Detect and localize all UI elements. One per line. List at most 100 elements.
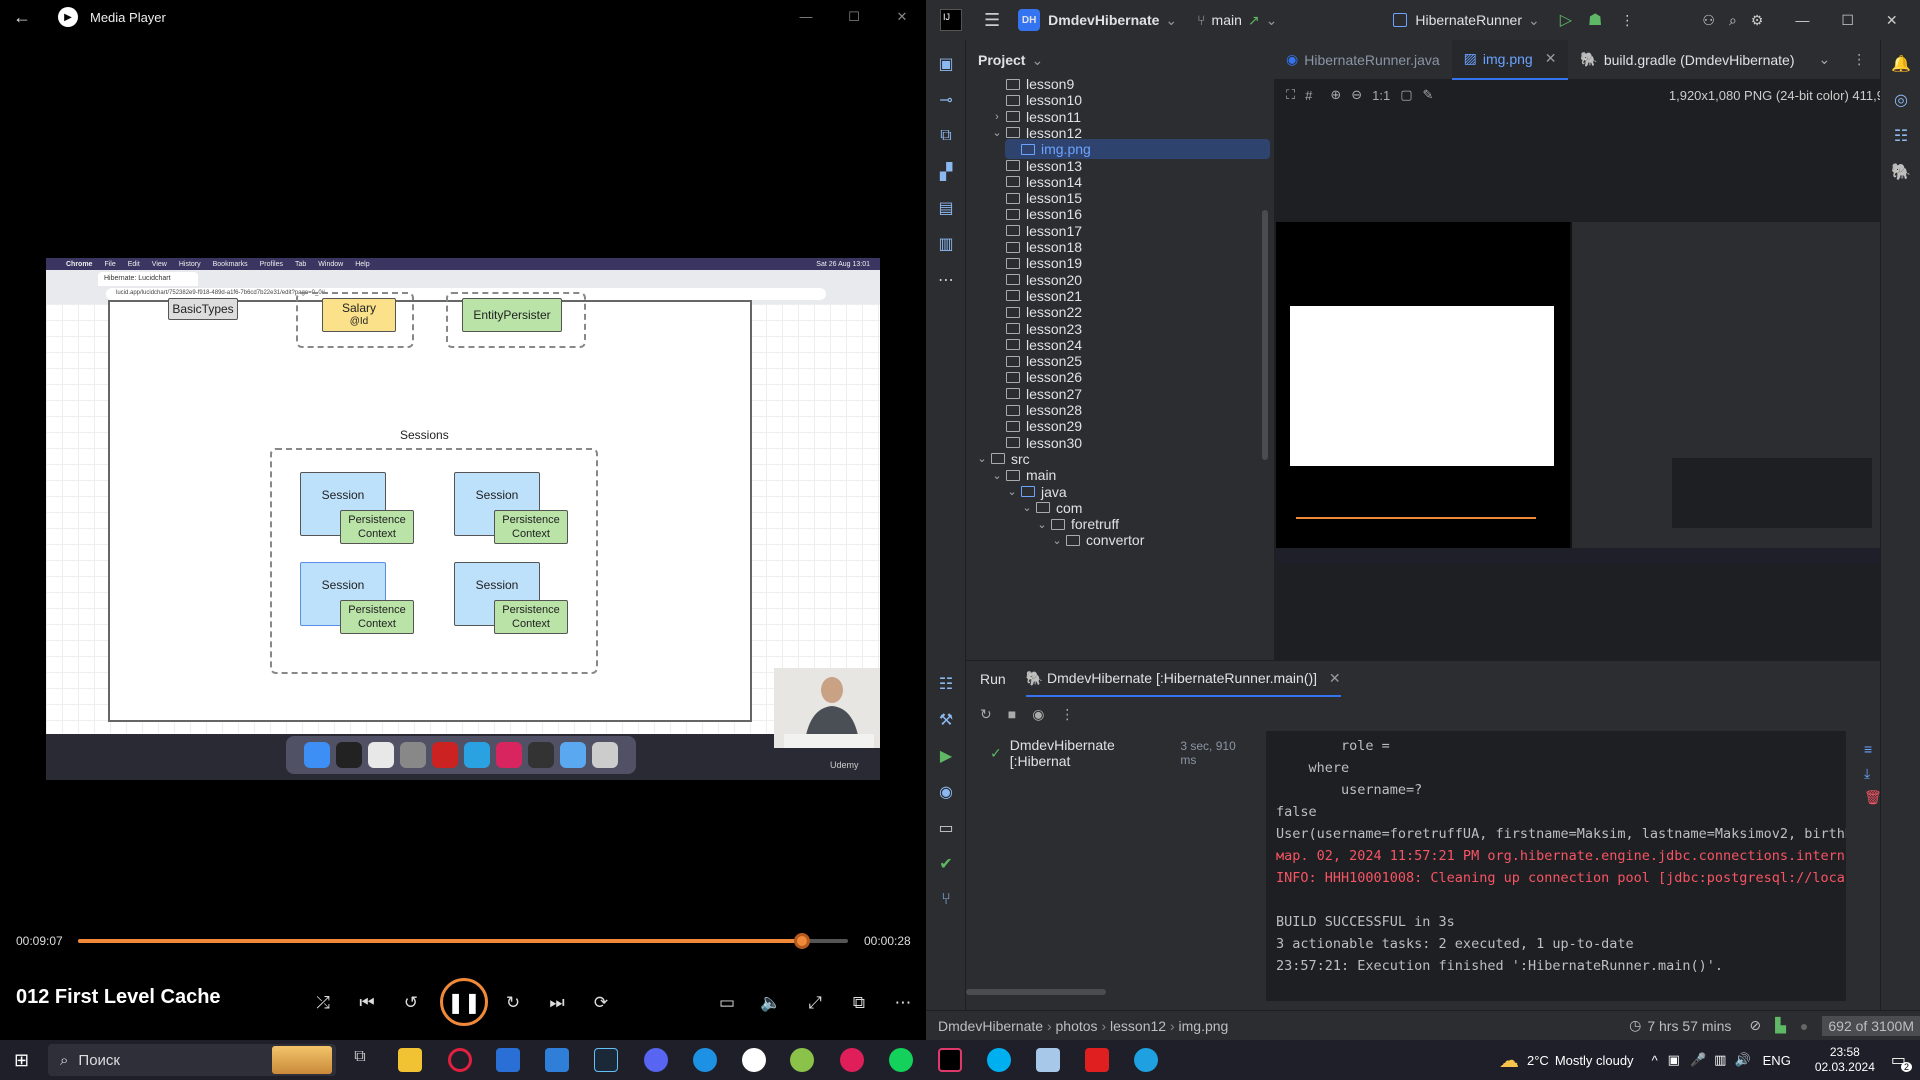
eye-icon[interactable]: ◉ bbox=[1032, 706, 1044, 723]
seek-thumb[interactable] bbox=[793, 933, 810, 949]
more-options-icon[interactable]: ⋯ bbox=[886, 986, 920, 1020]
intellij-icon[interactable] bbox=[938, 1048, 962, 1072]
clock[interactable]: 23:58 02.03.2024 bbox=[1815, 1045, 1875, 1075]
volume-icon[interactable]: 🔊 bbox=[1734, 1052, 1750, 1068]
chevron-down-icon[interactable]: ⌄ bbox=[1050, 534, 1064, 547]
minimize-icon[interactable]: — bbox=[782, 0, 830, 34]
fullscreen-icon[interactable]: ⤢ bbox=[798, 986, 832, 1020]
chevron-down-icon[interactable]: ⌄ bbox=[990, 469, 1004, 482]
volume-icon[interactable]: 🔈 bbox=[754, 986, 788, 1020]
memory-indicator[interactable]: 692 of 3100M bbox=[1822, 1015, 1920, 1036]
layout-icon[interactable]: ▥ bbox=[934, 232, 958, 256]
breadcrumb-item[interactable]: DmdevHibernate bbox=[938, 1018, 1043, 1034]
chevron-down-icon[interactable]: ⌄ bbox=[1005, 485, 1019, 498]
discord-icon[interactable] bbox=[644, 1048, 668, 1072]
version-control-icon[interactable]: ⑂ bbox=[934, 888, 958, 912]
git-icon[interactable]: ▞ bbox=[934, 160, 958, 184]
notification-center-icon[interactable]: ▭ 2 bbox=[1891, 1050, 1912, 1072]
microphone-icon[interactable]: 🎤 bbox=[1690, 1052, 1706, 1068]
database-icon[interactable]: ☷ bbox=[1889, 124, 1913, 148]
chevron-down-icon[interactable]: ⌄ bbox=[975, 452, 989, 465]
problems-icon[interactable]: ✔ bbox=[934, 852, 958, 876]
commit-icon[interactable]: ⊸ bbox=[934, 88, 958, 112]
maximize-icon[interactable]: ☐ bbox=[830, 0, 878, 34]
back-arrow-icon[interactable]: ← bbox=[0, 7, 44, 28]
vcs-status-icon[interactable]: ▙ bbox=[1775, 1017, 1786, 1034]
image-preview[interactable] bbox=[1276, 222, 1880, 564]
previous-icon[interactable]: ⏮ bbox=[350, 986, 384, 1020]
edge-icon[interactable] bbox=[1134, 1048, 1158, 1072]
maximize-icon[interactable]: ☐ bbox=[1841, 12, 1854, 29]
main-menu-icon[interactable]: ☰ bbox=[984, 10, 1000, 31]
tab-hibernaterunner[interactable]: ◉ HibernateRunner.java bbox=[1274, 40, 1452, 80]
tray-chevron-up-icon[interactable]: ^ bbox=[1652, 1053, 1658, 1068]
weather-text[interactable]: Mostly cloudy bbox=[1555, 1053, 1634, 1068]
add-user-icon[interactable]: ⚇ bbox=[1702, 12, 1715, 29]
mail-icon[interactable] bbox=[545, 1048, 569, 1072]
structure-icon[interactable]: ⧉ bbox=[934, 124, 958, 148]
tray-app-icon[interactable]: ▣ bbox=[1668, 1052, 1680, 1068]
color-picker-icon[interactable]: ✎ bbox=[1423, 87, 1434, 103]
pause-button[interactable]: ❚❚ bbox=[440, 978, 488, 1026]
rerun-icon[interactable]: ↻ bbox=[980, 706, 992, 723]
weather-temp[interactable]: 2°C bbox=[1527, 1053, 1549, 1068]
rewind-10-icon[interactable]: ↺ bbox=[394, 986, 428, 1020]
shuffle-icon[interactable]: ⤮ bbox=[306, 986, 340, 1020]
steam-icon[interactable] bbox=[594, 1048, 618, 1072]
debug-icon[interactable]: ☗ bbox=[1588, 10, 1602, 30]
run-config-name[interactable]: HibernateRunner bbox=[1415, 12, 1522, 28]
windows-start-icon[interactable]: ⊞ bbox=[14, 1050, 29, 1071]
language-indicator[interactable]: ENG bbox=[1763, 1053, 1791, 1068]
console-output[interactable]: role = where username=? false User(usernam… bbox=[1266, 731, 1846, 1001]
store-icon[interactable] bbox=[496, 1048, 520, 1072]
project-folder-icon[interactable]: ▣ bbox=[934, 52, 958, 76]
search-icon[interactable]: ⌕ bbox=[1729, 12, 1737, 29]
project-panel-title[interactable]: Project bbox=[978, 52, 1025, 68]
media-player-icon[interactable] bbox=[742, 1048, 766, 1072]
tree-scrollbar[interactable] bbox=[1262, 210, 1268, 460]
task-view-icon[interactable]: ⧉ bbox=[348, 1048, 372, 1072]
fit-icon[interactable]: ⛶ bbox=[1286, 87, 1295, 103]
chevron-right-icon[interactable]: › bbox=[990, 111, 1004, 123]
bookmarks-icon[interactable]: ▤ bbox=[934, 196, 958, 220]
tab-build-gradle[interactable]: 🐘 build.gradle (DmdevHibernate) bbox=[1568, 40, 1806, 80]
terminal-icon[interactable]: ▭ bbox=[934, 816, 958, 840]
ai-assistant-icon[interactable]: ◎ bbox=[1889, 88, 1913, 112]
run-tree-item[interactable]: ✓ DmdevHibernate [:Hibernat 3 sec, 910 m… bbox=[966, 731, 1266, 769]
status-circle-icon[interactable]: ● bbox=[1800, 1018, 1808, 1034]
network-icon[interactable]: ▥ bbox=[1714, 1052, 1726, 1068]
close-tab-icon[interactable]: ✕ bbox=[1545, 50, 1557, 67]
seek-bar[interactable] bbox=[78, 933, 848, 949]
more-vertical-icon[interactable]: ⋮ bbox=[1060, 706, 1074, 723]
minimize-icon[interactable]: — bbox=[1795, 12, 1809, 28]
grid-icon[interactable]: # bbox=[1305, 88, 1312, 103]
build-icon[interactable]: ⚒ bbox=[934, 708, 958, 732]
more-vertical-icon[interactable]: ⋮ bbox=[1620, 12, 1634, 29]
breadcrumb-item[interactable]: photos bbox=[1056, 1018, 1098, 1034]
subtitles-icon[interactable]: ▭ bbox=[710, 986, 744, 1020]
chevron-down-icon[interactable]: ⌄ bbox=[990, 126, 1004, 139]
close-tab-icon[interactable]: ✕ bbox=[1329, 670, 1341, 686]
run-icon[interactable]: ▷ bbox=[1560, 10, 1572, 30]
chevron-down-icon[interactable]: ⌄ bbox=[1020, 501, 1034, 514]
run-config-tab[interactable]: 🐘 DmdevHibernate [:HibernateRunner.main(… bbox=[1025, 662, 1341, 697]
chevron-down-icon[interactable]: ⌄ bbox=[1035, 518, 1049, 531]
inspections-icon[interactable]: ⊘ bbox=[1749, 1017, 1761, 1034]
breadcrumb-item[interactable]: img.png bbox=[1179, 1018, 1229, 1034]
file-explorer-icon[interactable] bbox=[398, 1048, 422, 1072]
app-icon[interactable] bbox=[889, 1048, 913, 1072]
taskbar-search[interactable]: ⌕ Поиск bbox=[48, 1044, 336, 1076]
miniplayer-icon[interactable]: ⧉ bbox=[842, 986, 876, 1020]
tree-item-convertor[interactable]: ⌄ convertor bbox=[1050, 530, 1270, 550]
database-icon[interactable]: ☷ bbox=[934, 672, 958, 696]
tree-hscrollbar[interactable] bbox=[966, 989, 1106, 995]
skype-icon[interactable] bbox=[987, 1048, 1011, 1072]
time-tracker[interactable]: 7 hrs 57 mins bbox=[1647, 1018, 1731, 1034]
more-vertical-icon[interactable]: ⋮ bbox=[1852, 51, 1866, 68]
repeat-off-icon[interactable]: ⟳ bbox=[584, 986, 618, 1020]
breadcrumb-item[interactable]: lesson12 bbox=[1110, 1018, 1166, 1034]
fit-zoom-icon[interactable]: ▢ bbox=[1400, 87, 1412, 103]
close-icon[interactable]: ✕ bbox=[1886, 12, 1898, 29]
close-icon[interactable]: ✕ bbox=[878, 0, 926, 34]
notepad-icon[interactable] bbox=[1036, 1048, 1060, 1072]
